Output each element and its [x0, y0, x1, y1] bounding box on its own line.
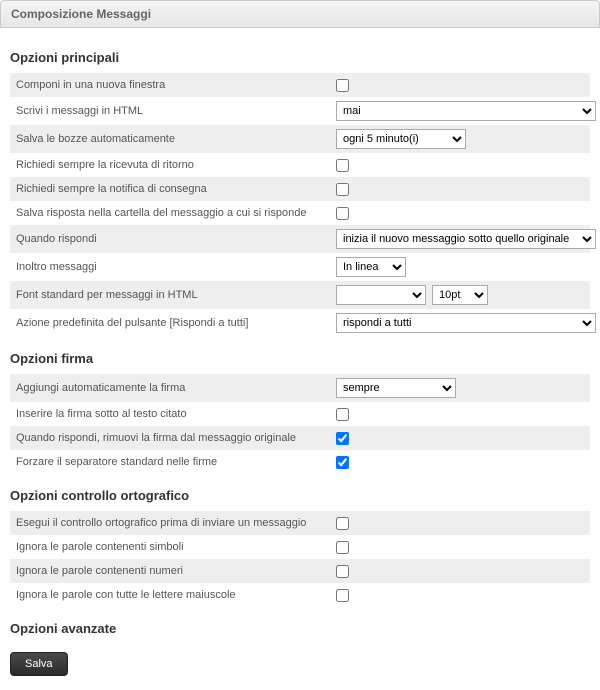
- section-main-title: Opzioni principali: [10, 50, 590, 65]
- row-autosave-drafts: Salva le bozze automaticamente ogni 5 mi…: [10, 125, 590, 153]
- label-spell-ignore-syms: Ignora le parole contenenti simboli: [16, 541, 336, 553]
- checkbox-spell-before-send[interactable]: [336, 517, 349, 530]
- save-button[interactable]: Salva: [10, 652, 68, 676]
- section-spell-title: Opzioni controllo ortografico: [10, 488, 590, 503]
- checkbox-reply-same-folder[interactable]: [336, 207, 349, 220]
- label-sig-strip-reply: Quando rispondi, rimuovi la firma dal me…: [16, 432, 336, 444]
- checkbox-mdn-always[interactable]: [336, 159, 349, 172]
- panel-header: Composizione Messaggi: [0, 0, 600, 28]
- row-sig-strip-reply: Quando rispondi, rimuovi la firma dal me…: [10, 426, 590, 450]
- label-spell-before-send: Esegui il controllo ortografico prima di…: [16, 517, 336, 529]
- label-compose-html: Scrivi i messaggi in HTML: [16, 105, 336, 117]
- row-forward-mode: Inoltro messaggi In linea: [10, 253, 590, 281]
- select-compose-html[interactable]: mai: [336, 101, 596, 121]
- label-reply-all-default: Azione predefinita del pulsante [Rispond…: [16, 317, 336, 329]
- row-compose-new-window: Componi in una nuova finestra: [10, 73, 590, 97]
- row-compose-html: Scrivi i messaggi in HTML mai: [10, 97, 590, 125]
- row-spell-before-send: Esegui il controllo ortografico prima di…: [10, 511, 590, 535]
- row-dsn-always: Richiedi sempre la notifica di consegna: [10, 177, 590, 201]
- select-forward-mode[interactable]: In linea: [336, 257, 406, 277]
- label-sig-auto: Aggiungi automaticamente la firma: [16, 382, 336, 394]
- label-mdn-always: Richiedi sempre la ricevuta di ritorno: [16, 159, 336, 171]
- row-spell-ignore-nums: Ignora le parole contenenti numeri: [10, 559, 590, 583]
- checkbox-spell-ignore-caps[interactable]: [336, 589, 349, 602]
- label-sig-force-sep: Forzare il separatore standard nelle fir…: [16, 456, 336, 468]
- checkbox-spell-ignore-syms[interactable]: [336, 541, 349, 554]
- row-spell-ignore-caps: Ignora le parole con tutte le lettere ma…: [10, 583, 590, 607]
- section-sig-title: Opzioni firma: [10, 351, 590, 366]
- select-default-font-family[interactable]: [336, 285, 426, 305]
- row-mdn-always: Richiedi sempre la ricevuta di ritorno: [10, 153, 590, 177]
- checkbox-sig-strip-reply[interactable]: [336, 432, 349, 445]
- row-default-font: Font standard per messaggi in HTML 10pt: [10, 281, 590, 309]
- row-sig-below: Inserire la firma sotto al testo citato: [10, 402, 590, 426]
- select-default-font-size[interactable]: 10pt: [432, 285, 488, 305]
- row-sig-force-sep: Forzare il separatore standard nelle fir…: [10, 450, 590, 474]
- select-reply-mode[interactable]: inizia il nuovo messaggio sotto quello o…: [336, 229, 596, 249]
- checkbox-dsn-always[interactable]: [336, 183, 349, 196]
- checkbox-spell-ignore-nums[interactable]: [336, 565, 349, 578]
- label-autosave-drafts: Salva le bozze automaticamente: [16, 133, 336, 145]
- row-reply-all-default: Azione predefinita del pulsante [Rispond…: [10, 309, 590, 337]
- select-reply-all-default[interactable]: rispondi a tutti: [336, 313, 596, 333]
- label-spell-ignore-caps: Ignora le parole con tutte le lettere ma…: [16, 589, 336, 601]
- section-adv-title: Opzioni avanzate: [10, 621, 590, 636]
- checkbox-sig-below[interactable]: [336, 408, 349, 421]
- label-reply-mode: Quando rispondi: [16, 233, 336, 245]
- row-sig-auto: Aggiungi automaticamente la firma sempre: [10, 374, 590, 402]
- settings-form: Opzioni principali Componi in una nuova …: [0, 28, 600, 690]
- select-sig-auto[interactable]: sempre: [336, 378, 456, 398]
- label-forward-mode: Inoltro messaggi: [16, 261, 336, 273]
- label-reply-same-folder: Salva risposta nella cartella del messag…: [16, 207, 336, 219]
- checkbox-sig-force-sep[interactable]: [336, 456, 349, 469]
- label-dsn-always: Richiedi sempre la notifica di consegna: [16, 183, 336, 195]
- row-reply-mode: Quando rispondi inizia il nuovo messaggi…: [10, 225, 590, 253]
- label-compose-new-window: Componi in una nuova finestra: [16, 79, 336, 91]
- label-spell-ignore-nums: Ignora le parole contenenti numeri: [16, 565, 336, 577]
- checkbox-compose-new-window[interactable]: [336, 79, 349, 92]
- row-reply-same-folder: Salva risposta nella cartella del messag…: [10, 201, 590, 225]
- panel-title: Composizione Messaggi: [11, 7, 151, 21]
- label-default-font: Font standard per messaggi in HTML: [16, 289, 336, 301]
- row-spell-ignore-syms: Ignora le parole contenenti simboli: [10, 535, 590, 559]
- select-autosave-drafts[interactable]: ogni 5 minuto(i): [336, 129, 466, 149]
- label-sig-below: Inserire la firma sotto al testo citato: [16, 408, 336, 420]
